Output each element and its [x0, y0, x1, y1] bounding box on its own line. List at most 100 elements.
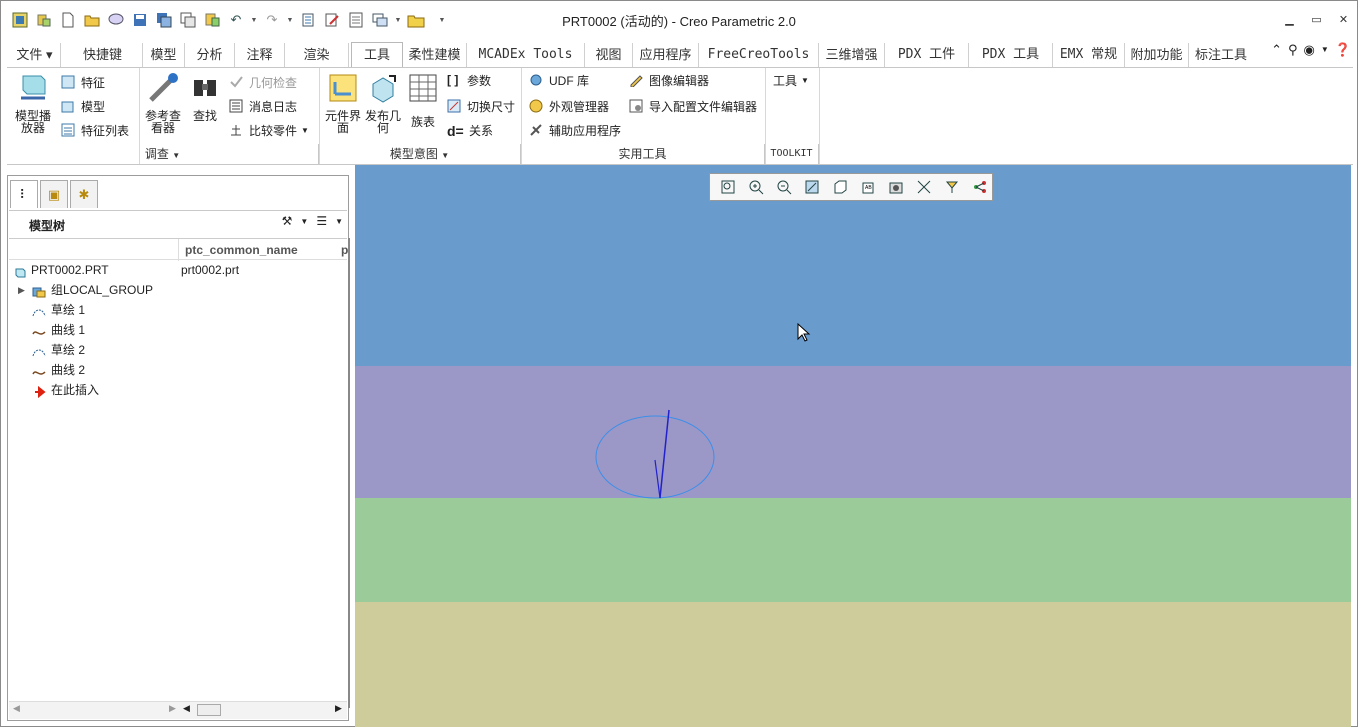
scroll-left-icon[interactable]: ◀ [13, 703, 20, 714]
help-icon[interactable]: ❓ [1335, 42, 1351, 58]
tools-dropdown[interactable]: 工具 ▼ [773, 72, 809, 89]
component-interface-button[interactable]: 元件界面 [323, 72, 363, 134]
settings-dropdown-icon[interactable]: ▼ [300, 217, 308, 226]
family-table-icon [407, 72, 439, 104]
tab-addons[interactable]: 附加功能 [1125, 43, 1189, 67]
sketch-icon [32, 344, 46, 357]
tree-row-insert-here[interactable]: 在此插入 [9, 380, 347, 400]
model-player-label: 模型播放器 [14, 109, 51, 135]
publish-geometry-label: 发布几何 [364, 109, 401, 135]
tab-view[interactable]: 视图 [585, 43, 633, 67]
folders-icon: ▣ [47, 186, 61, 202]
curve-line-2[interactable] [654, 459, 661, 499]
curve-line-1[interactable] [659, 409, 670, 499]
ptc-common-name-column-header[interactable]: ptc_common_name [185, 243, 298, 257]
horizontal-scrollbar[interactable]: ◀ ▶ ◀ ▶ [9, 701, 347, 719]
tab-analysis[interactable]: 分析 [185, 43, 235, 67]
appearance-manager-button[interactable]: 外观管理器 [529, 98, 609, 115]
settings-icon[interactable]: ⚒ [282, 214, 293, 228]
tab-file[interactable]: 文件 ▾ [9, 43, 61, 67]
minimize-icon[interactable]: ▁ [1276, 7, 1303, 31]
tab-mcadex-tools[interactable]: MCADEx Tools [467, 43, 585, 67]
scroll-right-2-icon[interactable]: ▶ [335, 703, 342, 714]
feature-button[interactable]: 特征 [61, 74, 105, 91]
relations-button[interactable]: d= 关系 [447, 122, 493, 139]
sketch-circle[interactable] [595, 415, 715, 499]
group-model-intent[interactable]: 模型意图 ▼ [319, 144, 521, 164]
tree-divider [348, 238, 350, 708]
find-button[interactable]: 查找 [187, 72, 223, 122]
tab-applications[interactable]: 应用程序 [633, 43, 699, 67]
udf-library-label: UDF 库 [549, 74, 589, 88]
search-icon[interactable]: ⚲ [1288, 42, 1298, 58]
collapse-ribbon-icon[interactable]: ⌃ [1271, 42, 1282, 58]
tree-row-prt0002[interactable]: PRT0002.PRT prt0002.prt [9, 260, 347, 280]
tab-model[interactable]: 模型 [143, 43, 185, 67]
graphics-area[interactable]: AB [355, 165, 1351, 727]
group-investigate[interactable]: 调查 ▼ [7, 144, 319, 164]
compare-parts-dropdown-icon[interactable]: ▼ [301, 126, 309, 135]
group-model-intent-dropdown-icon: ▼ [441, 151, 450, 160]
family-table-button[interactable]: 族表 [403, 72, 443, 128]
appearance-manager-icon [529, 99, 545, 115]
favorites-icon: ✱ [78, 186, 90, 202]
scroll-right-icon[interactable]: ▶ [169, 703, 176, 714]
auxiliary-apps-button[interactable]: 辅助应用程序 [529, 122, 621, 139]
message-log-icon [229, 99, 245, 115]
model-button[interactable]: 模型 [61, 98, 105, 115]
switch-dimensions-button[interactable]: 切换尺寸 [447, 98, 515, 115]
auxiliary-apps-icon [529, 123, 545, 139]
expand-icon[interactable]: ▶ [18, 280, 30, 295]
folder-browser-tab[interactable]: ▣ [40, 180, 68, 208]
name-column-header[interactable] [9, 239, 179, 261]
scroll-thumb[interactable] [197, 704, 221, 716]
tab-tools[interactable]: 工具 [351, 42, 403, 68]
tree-row-local-group[interactable]: ▶ 组LOCAL_GROUP [9, 280, 347, 300]
compare-parts-button[interactable]: 比较零件 ▼ [229, 122, 309, 139]
parameters-button[interactable]: [ ] 参数 [447, 72, 491, 89]
tab-flexible-modeling[interactable]: 柔性建模 [403, 43, 467, 67]
feature-list-button[interactable]: 特征列表 [61, 122, 129, 139]
group-model-intent-label: 模型意图 [389, 147, 438, 161]
tab-render[interactable]: 渲染 [285, 43, 349, 67]
show-icon[interactable]: ☰ [316, 214, 327, 228]
show-dropdown-icon[interactable]: ▼ [335, 217, 343, 226]
help-dropdown-icon[interactable]: ▼ [1321, 42, 1329, 58]
curve-icon [32, 364, 46, 376]
model-player-button[interactable]: 模型播放器 [11, 72, 55, 134]
geometry-check-button[interactable]: 几何检查 [229, 74, 297, 91]
udf-library-button[interactable]: UDF 库 [529, 72, 589, 89]
favorites-tab[interactable]: ✱ [70, 180, 98, 208]
reference-viewer-button[interactable]: 参考查看器 [141, 72, 185, 134]
tab-annotate[interactable]: 注释 [235, 43, 285, 67]
family-table-label: 族表 [410, 115, 435, 129]
component-interface-label: 元件界面 [324, 109, 361, 135]
publish-geometry-button[interactable]: 发布几何 [363, 72, 403, 134]
message-log-button[interactable]: 消息日志 [229, 98, 297, 115]
tree-row-label: 在此插入 [51, 383, 100, 397]
tree-row-sketch-1[interactable]: 草绘 1 [9, 300, 347, 320]
help-center-icon[interactable]: ◉ [1304, 42, 1315, 58]
tree-row-curve-2[interactable]: 曲线 2 [9, 360, 347, 380]
tab-3d-enhance[interactable]: 三维增强 [819, 43, 885, 67]
udf-library-icon [529, 73, 545, 89]
tab-pdx-part[interactable]: PDX 工件 [885, 43, 969, 67]
group-investigate-dropdown-icon: ▼ [172, 151, 181, 160]
close-window-icon[interactable]: ✕ [1330, 7, 1357, 31]
mouse-cursor [797, 323, 811, 342]
tree-row-sketch-2[interactable]: 草绘 2 [9, 340, 347, 360]
tab-shortcuts[interactable]: 快捷键 [63, 43, 143, 67]
model-player-icon [17, 72, 49, 104]
tab-pdx-tools[interactable]: PDX 工具 [969, 43, 1053, 67]
tab-freecreotools[interactable]: FreeCreoTools [699, 43, 819, 67]
tab-emx-general[interactable]: EMX 常规 [1053, 43, 1125, 67]
geometry-check-icon [229, 75, 245, 91]
import-config-editor-button[interactable]: 导入配置文件编辑器 [629, 98, 757, 115]
scroll-left-2-icon[interactable]: ◀ [183, 703, 190, 714]
image-editor-button[interactable]: 图像编辑器 [629, 72, 709, 89]
maximize-icon[interactable]: ▭ [1303, 7, 1330, 31]
tree-row-curve-1[interactable]: 曲线 1 [9, 320, 347, 340]
tab-annotation-tools[interactable]: 标注工具 [1189, 43, 1253, 67]
title-bar: ↶ ▼ ↷ ▼ ▼ ▼ PRT0002 (活动的) - Creo Parametri… [1, 1, 1357, 39]
model-tree-tab[interactable]: ⠇ [10, 180, 38, 208]
